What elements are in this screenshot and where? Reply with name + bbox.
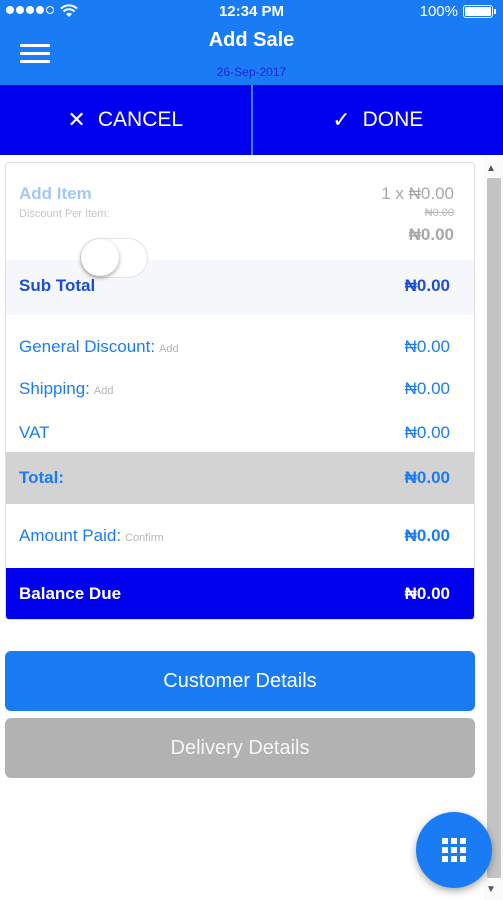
vat-toggle-knob: [81, 239, 119, 276]
vat-value: ₦0.00: [404, 423, 450, 442]
sale-summary-card: Add Item Discount Per Item: 1 x ₦0.00 ₦0…: [5, 162, 475, 620]
keypad-fab-button[interactable]: [416, 812, 492, 888]
shipping-value: ₦0.00: [404, 379, 450, 398]
shipping-label: Shipping: Add: [19, 379, 113, 399]
action-bar: ✕ CANCEL ✓ DONE: [0, 85, 503, 155]
scroll-up-arrow-icon[interactable]: ▲: [486, 163, 496, 174]
shipping-text: Shipping:: [19, 379, 90, 398]
balance-due-value: ₦0.00: [404, 584, 450, 603]
shipping-row: Shipping: Add ₦0.00: [6, 360, 474, 403]
app-header: 12:34 PM 100% Add Sale 26-Sep-2017: [0, 0, 503, 85]
checkmark-icon: ✓: [332, 107, 351, 132]
sale-date: 26-Sep-2017: [216, 65, 287, 79]
scrollbar-thumb[interactable]: [487, 178, 501, 878]
vat-toggle[interactable]: [80, 238, 148, 278]
page-title: Add Sale: [208, 29, 295, 51]
add-item-row[interactable]: Add Item Discount Per Item: 1 x ₦0.00 ₦0…: [6, 163, 474, 260]
balance-due-label: Balance Due: [19, 584, 122, 603]
amount-paid-value: ₦0.00: [404, 526, 450, 545]
amount-paid-row: Amount Paid: Confirm ₦0.00: [6, 504, 474, 568]
customer-details-button[interactable]: Customer Details: [5, 651, 475, 711]
amount-paid-text: Amount Paid:: [19, 526, 122, 545]
grid-icon: [442, 838, 466, 862]
subtotal-label: Sub Total: [19, 276, 96, 295]
general-discount-add-link[interactable]: Add: [159, 343, 179, 355]
amount-paid-label: Amount Paid: Confirm: [19, 526, 164, 546]
total-row: Total: ₦0.00: [6, 452, 474, 504]
battery-percent: 100%: [419, 3, 458, 20]
general-discount-row: General Discount: Add ₦0.00: [6, 315, 474, 360]
amount-paid-confirm-link[interactable]: Confirm: [125, 532, 164, 544]
status-bar: 12:34 PM 100%: [0, 0, 503, 24]
item-total: ₦0.00: [408, 225, 454, 244]
done-button[interactable]: ✓ DONE: [253, 85, 503, 155]
discount-per-item-label: Discount Per Item:: [19, 208, 110, 220]
add-item-label[interactable]: Add Item: [19, 184, 92, 204]
battery-icon: [463, 5, 496, 18]
total-value: ₦0.00: [404, 468, 450, 487]
vat-label: VAT: [19, 423, 50, 442]
shipping-add-link[interactable]: Add: [94, 385, 114, 397]
balance-due-row: Balance Due ₦0.00: [6, 568, 474, 619]
general-discount-label: General Discount: Add: [19, 337, 179, 357]
subtotal-row: Sub Total ₦0.00: [6, 260, 474, 315]
vat-row: VAT ₦0.00: [6, 403, 474, 452]
delivery-details-button[interactable]: Delivery Details: [5, 718, 475, 778]
total-label: Total:: [19, 468, 65, 487]
general-discount-value: ₦0.00: [404, 337, 450, 356]
general-discount-text: General Discount:: [19, 337, 156, 356]
done-label: DONE: [362, 108, 424, 131]
item-qty-price: 1 x ₦0.00: [381, 184, 454, 203]
cancel-label: CANCEL: [97, 108, 184, 131]
item-discount-value: ₦0.00: [424, 207, 454, 219]
cancel-button[interactable]: ✕ CANCEL: [0, 85, 251, 155]
scroll-down-arrow-icon[interactable]: ▼: [486, 884, 496, 895]
close-icon: ✕: [67, 107, 86, 132]
subtotal-value: ₦0.00: [404, 276, 450, 295]
